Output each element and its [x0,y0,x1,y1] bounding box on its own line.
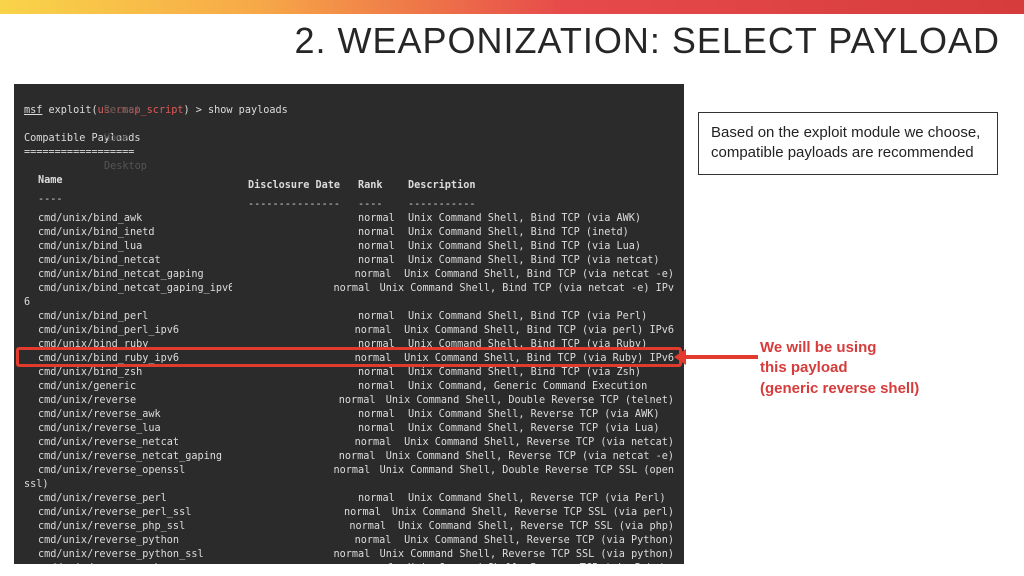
callout-line2: this payload [760,358,1010,378]
payload-row: cmd/unix/reverse_netcat_gapingnormalUnix… [24,450,674,464]
payload-row: cmd/unix/bind_netcatnormalUnix Command S… [24,254,674,268]
payload-row: cmd/unix/reverse_perlnormalUnix Command … [24,492,674,506]
payload-row: cmd/unix/bind_awknormalUnix Command Shel… [24,212,674,226]
accent-stripe [0,0,1024,14]
payload-row: cmd/unix/reverse_awknormalUnix Command S… [24,408,674,422]
callout-line1: We will be using [760,338,1010,358]
col-date-hdr: Disclosure Date [248,179,358,193]
payload-row: cmd/unix/bind_perl_ipv6normalUnix Comman… [24,324,674,338]
ghost-recent: Recent [104,104,141,118]
payload-row: cmd/unix/reverse_python_sslnormalUnix Co… [24,548,674,562]
arrow-icon [684,355,758,359]
slide-title: 2. WEAPONIZATION: SELECT PAYLOAD [295,20,1001,62]
info-text: Based on the exploit module we choose, c… [711,124,980,161]
payload-row: cmd/unix/bind_ruby_ipv6normalUnix Comman… [24,352,674,366]
payload-row: cmd/unix/reverse_php_sslnormalUnix Comma… [24,520,674,534]
col-desc-dash: ----------- [408,198,475,212]
payload-rows: cmd/unix/bind_awknormalUnix Command Shel… [24,212,674,564]
callout: We will be using this payload (generic r… [760,338,1010,399]
payload-row: cmd/unix/reverse_opensslnormalUnix Comma… [24,464,674,478]
ghost-desktop: Desktop [104,160,147,174]
payload-row: cmd/unix/reverse_perl_sslnormalUnix Comm… [24,506,674,520]
callout-line3: (generic reverse shell) [760,379,1010,399]
info-box: Based on the exploit module we choose, c… [698,112,998,175]
col-date-dash: --------------- [248,198,358,212]
col-rank-hdr: Rank [358,179,408,193]
payload-row: cmd/unix/reverse_netcatnormalUnix Comman… [24,436,674,450]
prompt-exploit: exploit( [42,105,97,116]
col-rank-dash: ---- [358,198,408,212]
payload-row: cmd/unix/reverse_rubynormalUnix Command … [24,562,674,564]
payload-row: cmd/unix/bind_netcat_gapingnormalUnix Co… [24,268,674,282]
col-desc-hdr: Description [408,179,475,193]
payload-row: cmd/unix/bind_netcat_gaping_ipv6normalUn… [24,282,674,296]
terminal-output: msf exploit(usermap_script) > show paylo… [14,84,684,564]
payload-row-wrap: ssl) [24,478,674,492]
prompt-tail: ) > show payloads [183,105,287,116]
section-underline: ================== [24,147,134,158]
ghost-home: Home [104,132,129,146]
payload-row: cmd/unix/genericnormalUnix Command, Gene… [24,380,674,394]
payload-row: cmd/unix/bind_perlnormalUnix Command She… [24,310,674,324]
payload-row: cmd/unix/reverse_luanormalUnix Command S… [24,422,674,436]
payload-row: cmd/unix/reverse_pythonnormalUnix Comman… [24,534,674,548]
payload-row: cmd/unix/bind_rubynormalUnix Command She… [24,338,674,352]
payload-row-wrap: 6 [24,296,674,310]
payload-row: cmd/unix/bind_luanormalUnix Command Shel… [24,240,674,254]
payload-row: cmd/unix/reversenormalUnix Command Shell… [24,394,674,408]
payload-row: cmd/unix/bind_inetdnormalUnix Command Sh… [24,226,674,240]
col-name-hdr: Name [38,174,248,188]
col-name-dash: ---- [38,193,248,207]
prompt-msf: msf [24,105,42,116]
payload-row: cmd/unix/bind_zshnormalUnix Command Shel… [24,366,674,380]
